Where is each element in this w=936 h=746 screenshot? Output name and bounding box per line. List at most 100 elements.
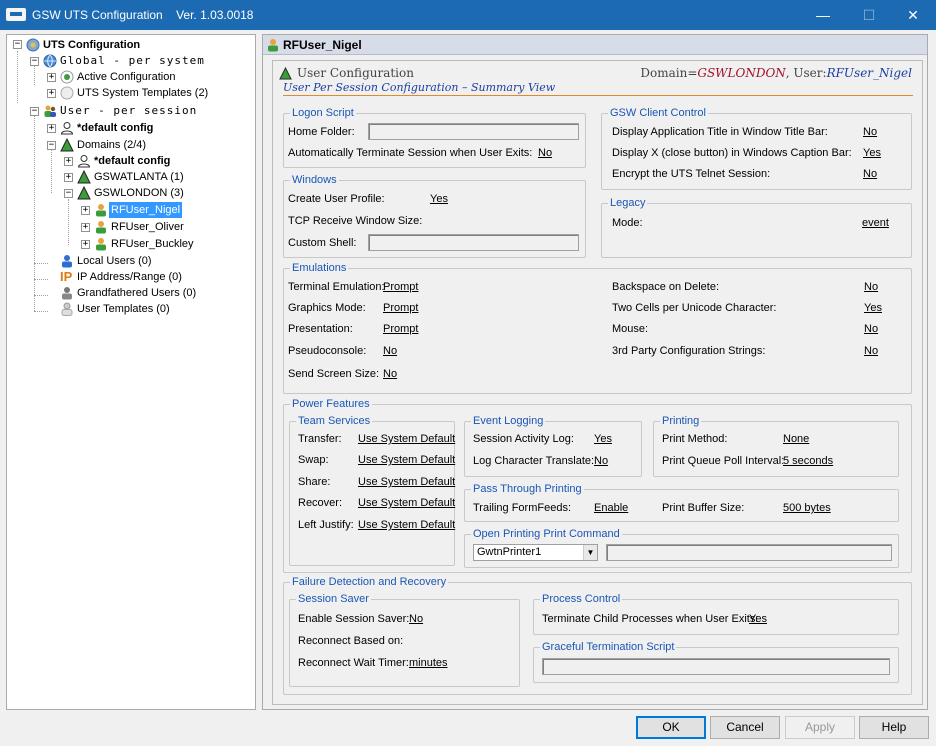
tree-user-item[interactable]: RFUser_Nigel (109, 202, 183, 218)
help-button[interactable]: Help (859, 716, 929, 739)
expand-toggle[interactable]: + (47, 89, 56, 98)
emulation-value[interactable]: No (864, 345, 878, 358)
trailing-formfeeds-value[interactable]: Enable (594, 502, 628, 515)
emulation-label: Terminal Emulation: (288, 281, 385, 293)
app-title-value[interactable]: No (863, 126, 877, 139)
emulation-label: Presentation: (288, 323, 353, 335)
emulation-value[interactable]: No (383, 345, 397, 358)
close-button[interactable]: ✕ (890, 0, 936, 30)
session-saver-value[interactable]: No (409, 613, 423, 626)
tree-local-users[interactable]: Local Users (0) (75, 253, 154, 269)
tree-default-config[interactable]: *default config (75, 120, 155, 136)
tree-uts-templates[interactable]: UTS System Templates (2) (75, 85, 210, 101)
home-folder-field[interactable] (368, 123, 579, 140)
home-folder-label: Home Folder: (288, 126, 355, 138)
team-value[interactable]: Use System Default (358, 497, 455, 510)
emulation-value[interactable]: No (383, 368, 397, 381)
terminate-child-value[interactable]: Yes (749, 613, 767, 626)
encrypt-value[interactable]: No (863, 168, 877, 181)
expand-toggle[interactable]: + (81, 240, 90, 249)
apply-button[interactable]: Apply (785, 716, 855, 739)
users-icon (44, 105, 56, 117)
group-title: Legacy (608, 197, 648, 210)
tree-user-item[interactable]: RFUser_Oliver (109, 219, 186, 235)
ok-button[interactable]: OK (636, 716, 706, 739)
emulation-value[interactable]: No (864, 323, 878, 336)
tree-user-templates[interactable]: User Templates (0) (75, 301, 172, 317)
expand-toggle[interactable]: + (64, 157, 73, 166)
domain-icon (77, 170, 91, 184)
display-x-value[interactable]: Yes (863, 147, 881, 160)
team-label: Left Justify: (298, 519, 354, 531)
chevron-down-icon[interactable]: ▼ (583, 545, 597, 560)
emulation-value[interactable]: Prompt (383, 323, 418, 336)
create-profile-value[interactable]: Yes (430, 193, 448, 206)
team-value[interactable]: Use System Default (358, 476, 455, 489)
tree-gswatlanta[interactable]: GSWATLANTA (1) (92, 169, 186, 185)
expand-toggle[interactable]: + (81, 206, 90, 215)
emulation-value[interactable]: No (864, 281, 878, 294)
tree-global[interactable]: Global - per system (58, 53, 207, 69)
graceful-script-field[interactable] (542, 658, 890, 675)
tree-gswlondon[interactable]: GSWLONDON (3) (92, 185, 186, 201)
expand-toggle[interactable]: − (13, 40, 22, 49)
print-method-value[interactable]: None (783, 433, 809, 446)
group-title: Session Saver (296, 593, 371, 606)
reconnect-wait-label: Reconnect Wait Timer: (298, 657, 409, 669)
tree-domains[interactable]: Domains (2/4) (75, 137, 148, 153)
expand-toggle[interactable]: − (64, 189, 73, 198)
activity-log-value[interactable]: Yes (594, 433, 612, 446)
buffer-size-value[interactable]: 500 bytes (783, 502, 831, 515)
mode-value[interactable]: event (862, 217, 889, 230)
team-value[interactable]: Use System Default (358, 454, 455, 467)
emulations-group: Emulations Terminal Emulation: Prompt Gr… (283, 262, 912, 394)
expand-toggle[interactable]: + (47, 124, 56, 133)
tree-domain-default[interactable]: *default config (92, 153, 172, 169)
templates-icon (60, 86, 74, 100)
user-icon (96, 238, 106, 251)
tree-root[interactable]: UTS Configuration (41, 37, 142, 53)
tree-ip-address[interactable]: IP Address/Range (0) (75, 269, 184, 285)
tree-user[interactable]: User - per session (58, 103, 199, 119)
emulation-value[interactable]: Prompt (383, 281, 418, 294)
group-title: Power Features (290, 398, 372, 411)
printer-select[interactable]: GwtnPrinter1 ▼ (473, 544, 598, 561)
char-translate-value[interactable]: No (594, 455, 608, 468)
config-tree[interactable]: − UTS Configuration − Global - per syste… (6, 34, 256, 710)
maximize-button[interactable]: ☐ (846, 0, 892, 30)
uts-config-icon (26, 38, 40, 52)
expand-toggle[interactable]: + (64, 173, 73, 182)
emulation-value[interactable]: Yes (864, 302, 882, 315)
open-print-group: Open Printing Print Command GwtnPrinter1… (464, 528, 899, 568)
buffer-size-label: Print Buffer Size: (662, 502, 745, 514)
user-outline-icon (60, 122, 74, 135)
char-translate-label: Log Character Translate: (473, 455, 595, 467)
team-value[interactable]: Use System Default (358, 433, 455, 446)
domain-icon (77, 186, 91, 200)
custom-shell-field[interactable] (368, 234, 579, 251)
domain-icon (279, 67, 292, 80)
minimize-button[interactable]: — (800, 0, 846, 30)
expand-toggle[interactable]: − (30, 57, 39, 66)
expand-toggle[interactable]: + (81, 223, 90, 232)
team-label: Share: (298, 476, 331, 488)
poll-interval-value[interactable]: 5 seconds (783, 455, 833, 468)
reconnect-wait-value[interactable]: minutes (409, 657, 448, 670)
team-label: Transfer: (298, 433, 342, 445)
group-title: Printing (660, 415, 702, 428)
group-title: Pass Through Printing (471, 483, 584, 496)
summary-view: User Configuration Domain=GSWLONDON, Use… (272, 60, 923, 705)
tree-grandfathered[interactable]: Grandfathered Users (0) (75, 285, 198, 301)
team-value[interactable]: Use System Default (358, 519, 455, 532)
expand-toggle[interactable]: − (30, 107, 39, 116)
tree-user-item[interactable]: RFUser_Buckley (109, 236, 196, 252)
print-command-field[interactable] (606, 544, 892, 561)
expand-toggle[interactable]: + (47, 73, 56, 82)
expand-toggle[interactable]: − (47, 141, 56, 150)
auto-terminate-value[interactable]: No (538, 147, 552, 160)
tree-active-config[interactable]: Active Configuration (75, 69, 177, 85)
cancel-button[interactable]: Cancel (710, 716, 780, 739)
emulation-value[interactable]: Prompt (383, 302, 418, 315)
app-icon (6, 8, 26, 21)
graceful-termination-group: Graceful Termination Script (533, 641, 899, 683)
